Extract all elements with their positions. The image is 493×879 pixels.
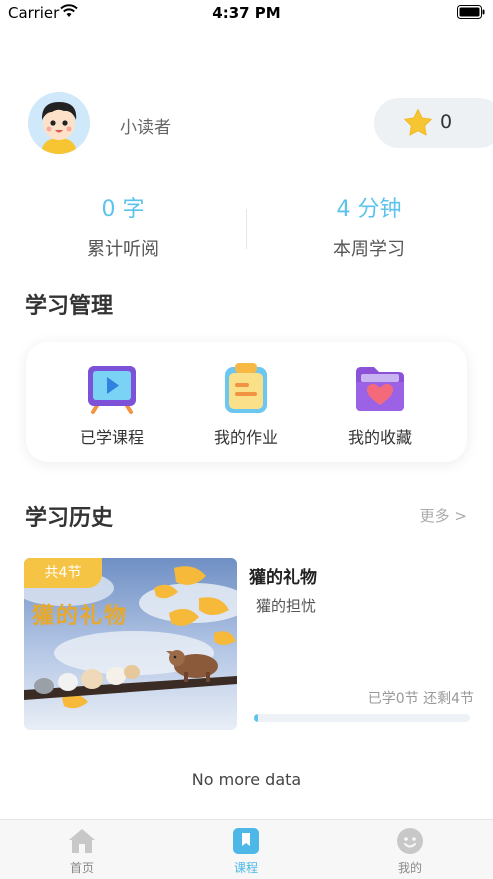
learning-stats: 0 字 累计听阅 4 分钟 本周学习 bbox=[0, 193, 493, 263]
section-title-manage: 学习管理 bbox=[25, 294, 114, 319]
tab-mine-label: 我的 bbox=[397, 861, 422, 875]
username: 小读者 bbox=[120, 118, 171, 138]
course-cover[interactable]: 共4节 獾的礼物 bbox=[24, 558, 237, 730]
section-title-history: 学习历史 bbox=[25, 506, 114, 531]
battery-icon bbox=[457, 5, 485, 19]
more-link[interactable]: 更多 > bbox=[420, 505, 467, 526]
tab-home-label: 首页 bbox=[69, 861, 94, 875]
course-progress-text: 已学0节 还剩4节 bbox=[367, 691, 474, 707]
manage-item-courses-label: 已学课程 bbox=[79, 428, 144, 447]
course-card[interactable]: 共4节 獾的礼物 獾的礼物 獾的担忧 已学0节 还剩4节 bbox=[24, 558, 474, 730]
course-progress-bar bbox=[254, 714, 470, 722]
star-icon bbox=[404, 109, 432, 136]
course-progress-fill bbox=[254, 714, 259, 722]
tab-bar: 首页 课程 我的 bbox=[0, 819, 493, 879]
home-icon bbox=[69, 829, 95, 853]
star-points-pill[interactable]: 0 bbox=[374, 98, 493, 148]
manage-item-homework-label: 我的作业 bbox=[213, 428, 278, 447]
star-count: 0 bbox=[440, 111, 453, 133]
stat-words: 0 字 累计听阅 bbox=[0, 193, 246, 261]
manage-item-favorites[interactable]: 我的收藏 bbox=[320, 360, 440, 448]
cover-title-text: 獾的礼物 bbox=[32, 603, 129, 629]
tv-play-icon bbox=[88, 366, 136, 414]
stat-words-value: 0 字 bbox=[101, 197, 145, 222]
tab-courses[interactable]: 课程 bbox=[164, 826, 328, 876]
tab-home[interactable]: 首页 bbox=[0, 826, 164, 876]
profile-header: 小读者 0 bbox=[0, 88, 493, 160]
lesson-count-tag: 共4节 bbox=[24, 558, 102, 588]
tab-mine[interactable]: 我的 bbox=[328, 826, 492, 876]
avatar[interactable] bbox=[28, 92, 90, 154]
clipboard-icon bbox=[225, 363, 267, 413]
manage-item-favorites-label: 我的收藏 bbox=[347, 428, 412, 447]
stat-minutes-label: 本周学习 bbox=[333, 239, 405, 260]
user-face-icon bbox=[397, 828, 423, 854]
tab-courses-label: 课程 bbox=[233, 861, 258, 875]
course-subtitle: 獾的担忧 bbox=[256, 597, 317, 615]
stat-minutes-value: 4 分钟 bbox=[336, 197, 402, 222]
manage-card: 已学课程 我的作业 我的收藏 bbox=[26, 342, 467, 462]
book-icon bbox=[233, 828, 259, 854]
manage-item-courses[interactable]: 已学课程 bbox=[52, 360, 172, 448]
stat-minutes: 4 分钟 本周学习 bbox=[246, 193, 492, 261]
status-bar: Carrier 4:37 PM bbox=[0, 0, 493, 26]
course-title: 獾的礼物 bbox=[249, 568, 317, 588]
heart-folder-icon bbox=[356, 367, 404, 411]
avatar-face-icon bbox=[28, 92, 90, 154]
stat-words-label: 累计听阅 bbox=[87, 239, 159, 260]
manage-item-homework[interactable]: 我的作业 bbox=[186, 360, 306, 448]
clock: 4:37 PM bbox=[212, 4, 281, 22]
no-more-data: No more data bbox=[191, 770, 302, 789]
